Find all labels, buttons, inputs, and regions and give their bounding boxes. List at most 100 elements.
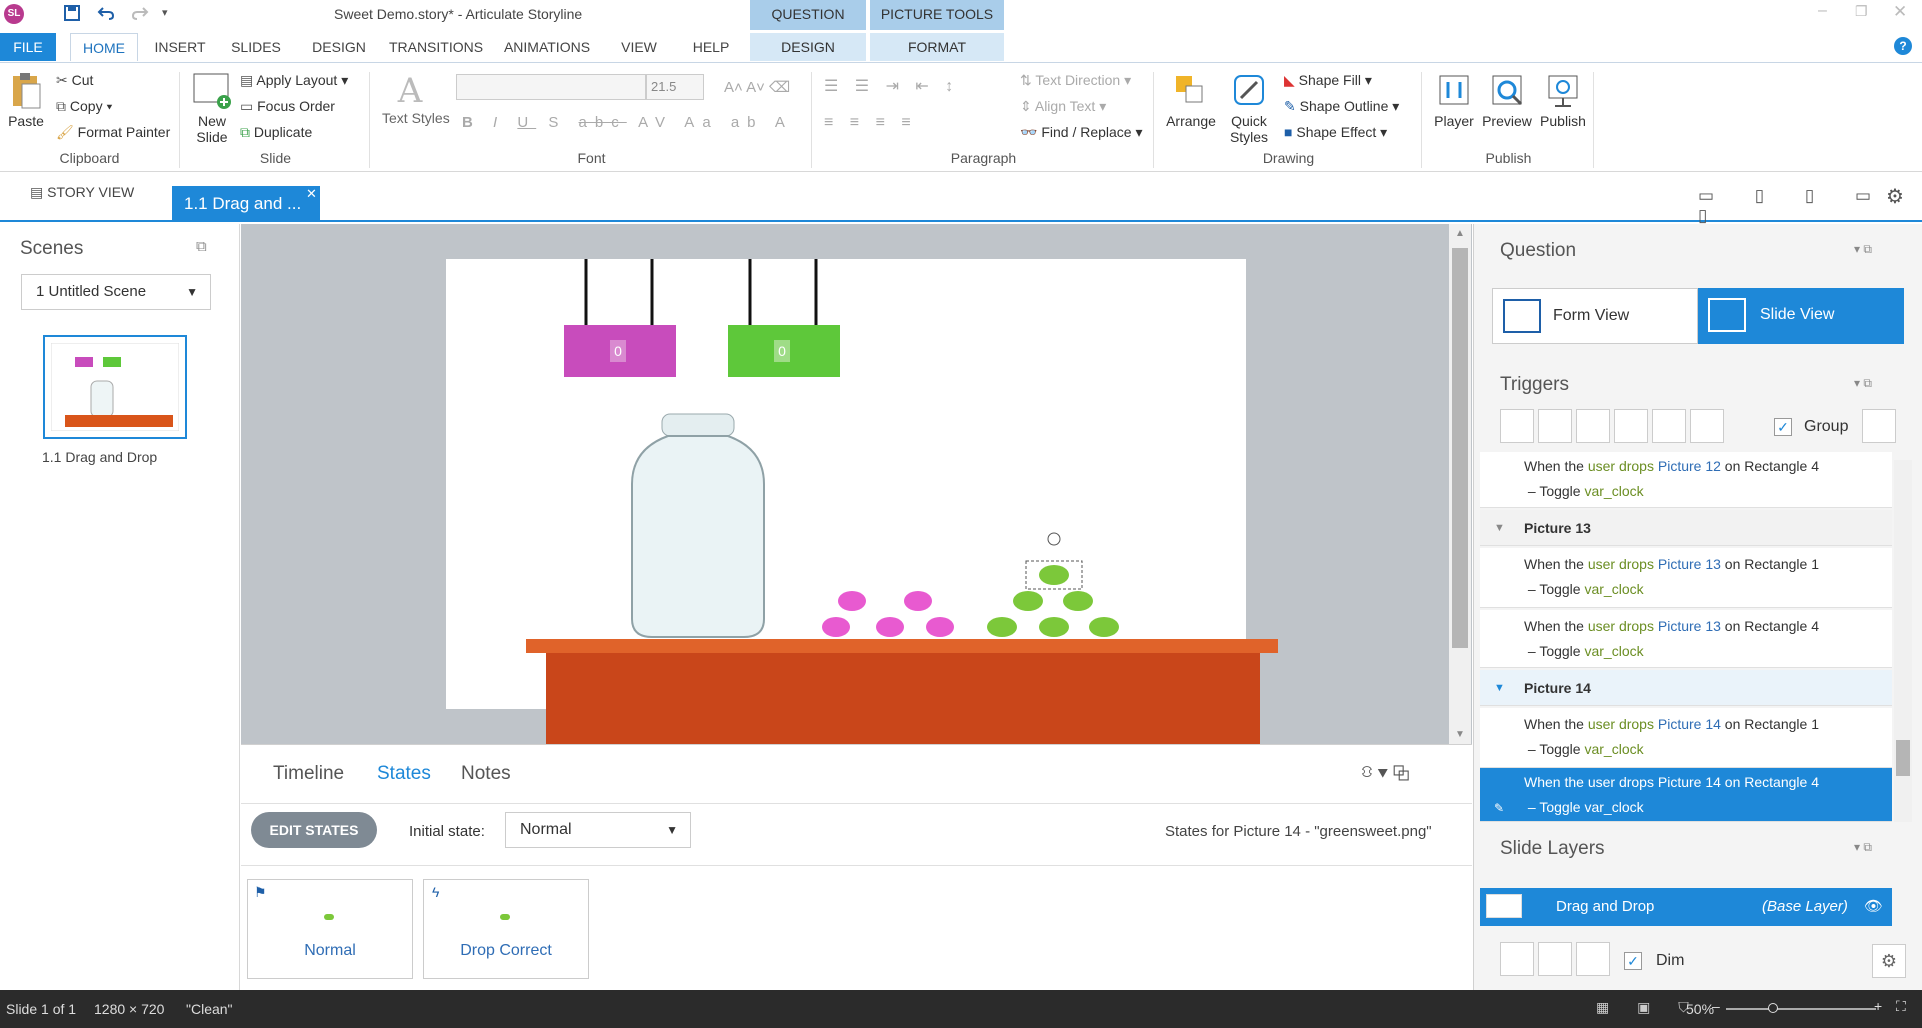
settings-gear-icon[interactable]: ⚙ <box>1886 184 1904 209</box>
close-tab-icon[interactable]: ✕ <box>306 186 317 202</box>
redo-icon[interactable] <box>131 5 149 21</box>
tab-slides[interactable]: SLIDES <box>226 33 286 61</box>
save-icon[interactable] <box>64 5 80 21</box>
cut-button[interactable]: ✂ Cut <box>56 72 93 89</box>
close-window-icon[interactable]: ✕ <box>1893 2 1907 22</box>
tab-states[interactable]: States <box>377 763 431 785</box>
format-painter-button[interactable]: 🖌 Format Painter <box>56 124 170 141</box>
state-card-normal[interactable]: ⚑ Normal <box>247 879 413 979</box>
undo-icon[interactable] <box>97 5 115 21</box>
delete-layer-icon[interactable] <box>1576 942 1610 976</box>
panel-menu-icon[interactable]: ▾ ⧉ <box>1854 376 1872 391</box>
move-trigger-icon[interactable] <box>1690 409 1724 443</box>
trigger-item[interactable]: When the user drops Picture 13 on Rectan… <box>1480 610 1892 668</box>
text-styles-button[interactable]: A Text Styles <box>382 72 450 126</box>
paste-button[interactable]: Paste <box>8 72 44 129</box>
panel-menu-icon[interactable]: ▾ ⧉ <box>1854 840 1872 855</box>
trigger-group-picture14[interactable]: ▼ Picture 14 <box>1480 670 1892 706</box>
player-button[interactable]: Player <box>1432 72 1476 129</box>
zoom-out-icon[interactable]: – <box>1712 998 1720 1014</box>
font-grow-shrink-icon[interactable]: A˄ A˅ ⌫ <box>724 78 790 96</box>
delete-trigger-icon[interactable] <box>1652 409 1686 443</box>
trigger-item-selected[interactable]: ✎ When the user drops Picture 14 on Rect… <box>1480 768 1892 822</box>
trigger-item[interactable]: When the user drops Picture 14 on Rectan… <box>1480 708 1892 768</box>
pin-icon[interactable]: ⛻ ▾ ⧉ <box>1361 763 1410 783</box>
fit-window-icon[interactable]: ⛶ <box>1896 998 1906 1015</box>
variables-icon[interactable] <box>1862 409 1896 443</box>
list-icons[interactable]: ☰ ☰ ⇥ ⇤ ↕ <box>824 76 959 96</box>
restore-icon[interactable]: ❐ <box>1855 3 1868 20</box>
quick-styles-button[interactable]: Quick Styles <box>1224 72 1274 145</box>
rotate-handle-icon[interactable] <box>1047 532 1061 546</box>
align-text-button[interactable]: ⇕ Align Text ▾ <box>1020 98 1106 115</box>
tab-notes[interactable]: Notes <box>461 763 511 785</box>
tab-home[interactable]: HOME <box>70 33 138 61</box>
dim-checkbox[interactable]: ✓ <box>1624 952 1642 970</box>
story-view-tab[interactable]: ▤ STORY VIEW <box>30 184 134 201</box>
glass-jar[interactable] <box>631 413 765 638</box>
new-trigger-icon[interactable] <box>1500 409 1534 443</box>
eye-icon[interactable]: 👁 <box>1864 888 1883 926</box>
scroll-up-icon[interactable]: ▲ <box>1455 228 1465 239</box>
trigger-item[interactable]: When the user drops Picture 13 on Rectan… <box>1480 548 1892 608</box>
tab-picture-format[interactable]: FORMAT <box>870 33 1004 61</box>
tab-view[interactable]: VIEW <box>614 33 664 61</box>
tab-design[interactable]: DESIGN <box>306 33 372 61</box>
slide-tab[interactable]: 1.1 Drag and ... <box>172 186 320 222</box>
new-layer-icon[interactable] <box>1500 942 1534 976</box>
font-format-icons[interactable]: B I U S abc AV Aa ab A <box>462 114 793 131</box>
copy-button[interactable]: ⧉ Copy ▾ <box>56 98 112 115</box>
scroll-thumb[interactable] <box>1452 248 1468 648</box>
edit-states-button[interactable]: EDIT STATES <box>251 812 377 848</box>
base-layer-row[interactable]: Drag and Drop (Base Layer) 👁 <box>1480 888 1892 926</box>
font-size-input[interactable]: 21.5 <box>646 74 704 100</box>
arrange-button[interactable]: Arrange <box>1166 72 1216 129</box>
focus-order-button[interactable]: ▭ Focus Order <box>240 98 335 115</box>
tab-help[interactable]: HELP <box>686 33 736 61</box>
scene-select[interactable]: 1 Untitled Scene ▼ <box>21 274 211 310</box>
scroll-thumb[interactable] <box>1896 740 1910 776</box>
shape-effect-button[interactable]: ■ Shape Effect ▾ <box>1284 124 1387 141</box>
duplicate-layer-icon[interactable] <box>1538 942 1572 976</box>
group-checkbox[interactable]: ✓ <box>1774 418 1792 436</box>
customize-qat-icon[interactable]: ▾ <box>162 6 168 19</box>
new-slide-button[interactable]: New Slide <box>190 72 234 145</box>
slide-view-button[interactable]: Slide View <box>1698 288 1904 344</box>
tab-question-design[interactable]: DESIGN <box>750 33 866 61</box>
text-direction-button[interactable]: ⇅ Text Direction ▾ <box>1020 72 1131 89</box>
zoom-thumb[interactable] <box>1768 1003 1778 1013</box>
form-view-button[interactable]: Form View <box>1492 288 1698 344</box>
tab-animations[interactable]: ANIMATIONS <box>498 33 596 61</box>
shape-outline-button[interactable]: ✎ Shape Outline ▾ <box>1284 98 1399 115</box>
publish-button[interactable]: Publish <box>1538 72 1588 129</box>
trigger-group-picture13[interactable]: ▼ Picture 13 <box>1480 510 1892 546</box>
tab-insert[interactable]: INSERT <box>150 33 210 61</box>
pink-sweets[interactable] <box>822 591 954 637</box>
slide-thumbnail[interactable] <box>43 335 187 439</box>
shape-fill-button[interactable]: ◣ Shape Fill ▾ <box>1284 72 1372 89</box>
zoom-slider[interactable] <box>1726 1003 1876 1013</box>
triggers-scrollbar[interactable] <box>1894 460 1912 822</box>
panel-menu-icon[interactable]: ▾ ⧉ <box>1854 242 1872 257</box>
duplicate-button[interactable]: ⧉ Duplicate <box>240 124 312 141</box>
tab-timeline[interactable]: Timeline <box>273 763 344 785</box>
find-replace-button[interactable]: 👓 Find / Replace ▾ <box>1020 124 1143 141</box>
font-name-input[interactable] <box>456 74 646 100</box>
panel-collapse-icon[interactable]: ⧉ <box>196 238 207 255</box>
apply-layout-button[interactable]: ▤ Apply Layout ▾ <box>240 72 348 89</box>
tab-file[interactable]: FILE <box>0 33 56 61</box>
preview-button[interactable]: Preview <box>1482 72 1532 129</box>
align-icons[interactable]: ≡ ≡ ≡ ≡ <box>824 114 917 132</box>
state-card-drop-correct[interactable]: ϟ Drop Correct <box>423 879 589 979</box>
edit-trigger-icon[interactable] <box>1538 409 1572 443</box>
trigger-item[interactable]: When the user drops Picture 12 on Rectan… <box>1480 452 1892 508</box>
help-icon[interactable]: ? <box>1894 37 1912 55</box>
copy-trigger-icon[interactable] <box>1576 409 1610 443</box>
minimize-icon[interactable]: – <box>1818 2 1827 20</box>
zoom-in-icon[interactable]: + <box>1874 998 1882 1014</box>
green-sweets[interactable] <box>987 565 1119 637</box>
scroll-down-icon[interactable]: ▼ <box>1455 729 1465 740</box>
initial-state-select[interactable]: Normal ▼ <box>505 812 691 848</box>
tab-transitions[interactable]: TRANSITIONS <box>386 33 486 61</box>
canvas-scrollbar[interactable]: ▲ ▼ <box>1449 224 1471 744</box>
